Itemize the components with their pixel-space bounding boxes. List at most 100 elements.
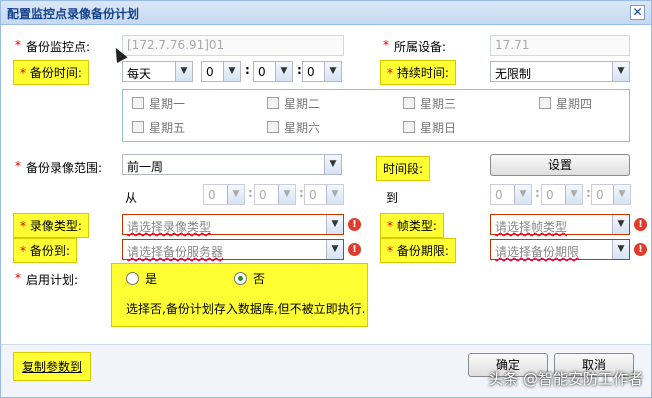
from-second-select: 0 ▼ (304, 184, 344, 205)
record-type-placeholder: 请选择录像类型 (127, 220, 212, 234)
period-label-box: 时间段: (376, 156, 431, 181)
required-mark: * (387, 244, 393, 258)
close-icon[interactable]: ✕ (630, 5, 645, 20)
weekday-checkbox-3[interactable] (403, 97, 415, 109)
chevron-down-icon[interactable]: ▼ (612, 240, 629, 259)
time-separator: : (245, 63, 250, 77)
weekday-label-7: 星期日 (420, 121, 457, 135)
error-icon: ! (634, 243, 647, 256)
weekday-group: 星期一 星期二 星期三 星期四 星期五 星期六 星期日 (122, 89, 630, 142)
enable-no-label: 否 (253, 272, 266, 286)
chevron-down-icon[interactable]: ▼ (612, 215, 629, 234)
weekday-checkbox-4[interactable] (539, 97, 551, 109)
dialog-body: * 备份监控点: [172.7.76.91]01 * 所属设备: 17.71 *… (1, 26, 651, 397)
range-value: 前一周 (127, 160, 164, 174)
backup-limit-label-box: * 备份期限: (380, 238, 456, 263)
weekday-label-6: 星期六 (284, 121, 321, 135)
error-icon: ! (348, 243, 361, 256)
backup-to-label-box: * 备份到: (13, 238, 77, 263)
device-label: 所属设备: (394, 40, 447, 54)
frame-type-placeholder: 请选择帧类型 (495, 220, 568, 234)
required-mark: * (20, 66, 26, 80)
weekday-checkbox-6[interactable] (267, 121, 279, 133)
enable-label: 启用计划: (26, 273, 79, 287)
chevron-down-icon[interactable]: ▼ (175, 62, 192, 81)
record-type-label-box: * 录像类型: (13, 213, 89, 238)
weekday-checkbox-1[interactable] (132, 97, 144, 109)
enable-yes-radio[interactable] (126, 272, 139, 285)
chevron-down-icon[interactable]: ▼ (324, 155, 341, 174)
error-icon: ! (634, 218, 647, 231)
period-settings-button[interactable]: 设置 (490, 154, 630, 176)
backup-point-field: [172.7.76.91]01 (122, 35, 344, 56)
dialog-title: 配置监控点录像备份计划 (7, 7, 140, 21)
backup-hour-value: 0 (206, 65, 214, 79)
to-minute-value: 0 (546, 188, 554, 202)
from-second-value: 0 (309, 188, 317, 202)
backup-server-select[interactable]: 请选择备份服务器 ▼ (122, 239, 344, 260)
to-minute-select: 0 ▼ (541, 184, 583, 205)
record-type-select[interactable]: 请选择录像类型 ▼ (122, 214, 344, 235)
backup-frequency-select[interactable]: 每天 ▼ (122, 61, 193, 82)
weekday-label-4: 星期四 (556, 97, 593, 111)
backup-minute-select[interactable]: 0 ▼ (253, 61, 293, 82)
time-separator: : (535, 186, 540, 200)
copy-params-label: 复制参数到 (22, 360, 83, 374)
backup-second-select[interactable]: 0 ▼ (302, 61, 342, 82)
backup-time-label-box: * 备份时间: (13, 60, 89, 85)
weekday-checkbox-7[interactable] (403, 121, 415, 133)
backup-limit-select[interactable]: 请选择备份期限 ▼ (490, 239, 630, 260)
to-second-value: 0 (596, 188, 604, 202)
weekday-label-3: 星期三 (420, 97, 457, 111)
to-second-select: 0 ▼ (591, 184, 631, 205)
chevron-down-icon: ▼ (565, 185, 582, 204)
chevron-down-icon[interactable]: ▼ (275, 62, 292, 81)
record-type-label: 录像类型: (29, 219, 82, 233)
weekday-label-1: 星期一 (149, 97, 186, 111)
chevron-down-icon[interactable]: ▼ (223, 62, 240, 81)
chevron-down-icon: ▼ (514, 185, 531, 204)
required-mark: * (383, 38, 389, 52)
chevron-down-icon: ▼ (227, 185, 244, 204)
backup-minute-value: 0 (258, 65, 266, 79)
chevron-down-icon: ▼ (278, 185, 295, 204)
weekday-label-5: 星期五 (149, 121, 186, 135)
frame-type-label: 帧类型: (396, 219, 437, 233)
range-label: 备份录像范围: (26, 161, 103, 175)
backup-plan-dialog: 配置监控点录像备份计划 ✕ * 备份监控点: [172.7.76.91]01 *… (0, 0, 652, 398)
backup-time-label: 备份时间: (29, 66, 82, 80)
time-separator: : (248, 186, 253, 200)
frame-type-label-box: * 帧类型: (380, 213, 444, 238)
backup-hour-select[interactable]: 0 ▼ (201, 61, 241, 82)
to-hour-select: 0 ▼ (490, 184, 532, 205)
frame-type-select[interactable]: 请选择帧类型 ▼ (490, 214, 630, 235)
range-select[interactable]: 前一周 ▼ (122, 154, 342, 175)
watermark: 头条 @智能安防工作者 (488, 370, 643, 388)
title-bar[interactable]: 配置监控点录像备份计划 ✕ (1, 1, 651, 25)
device-field: 17.71 (490, 35, 630, 56)
backup-limit-label: 备份期限: (396, 244, 449, 258)
chevron-down-icon[interactable]: ▼ (326, 215, 343, 234)
chevron-down-icon[interactable]: ▼ (324, 62, 341, 81)
weekday-checkbox-2[interactable] (267, 97, 279, 109)
backup-second-value: 0 (307, 65, 315, 79)
from-hour-value: 0 (208, 188, 216, 202)
required-mark: * (15, 271, 21, 285)
weekday-checkbox-5[interactable] (132, 121, 144, 133)
enable-yes-label: 是 (145, 272, 158, 286)
chevron-down-icon[interactable]: ▼ (326, 240, 343, 259)
backup-to-label: 备份到: (29, 244, 70, 258)
enable-no-radio[interactable] (234, 272, 247, 285)
enable-note: 选择否,备份计划存入数据库,但不被立即执行. (126, 302, 366, 316)
from-hour-select: 0 ▼ (203, 184, 245, 205)
from-minute-select: 0 ▼ (254, 184, 296, 205)
weekday-label-2: 星期二 (284, 97, 321, 111)
chevron-down-icon[interactable]: ▼ (612, 62, 629, 81)
to-hour-value: 0 (495, 188, 503, 202)
copy-params-button[interactable]: 复制参数到 (13, 352, 92, 381)
backup-server-placeholder: 请选择备份服务器 (127, 245, 224, 259)
duration-select[interactable]: 无限制 ▼ (490, 61, 630, 82)
enable-options-box: 是 否 选择否,备份计划存入数据库,但不被立即执行. (111, 263, 368, 327)
required-mark: * (387, 66, 393, 80)
backup-frequency-value: 每天 (127, 67, 152, 81)
